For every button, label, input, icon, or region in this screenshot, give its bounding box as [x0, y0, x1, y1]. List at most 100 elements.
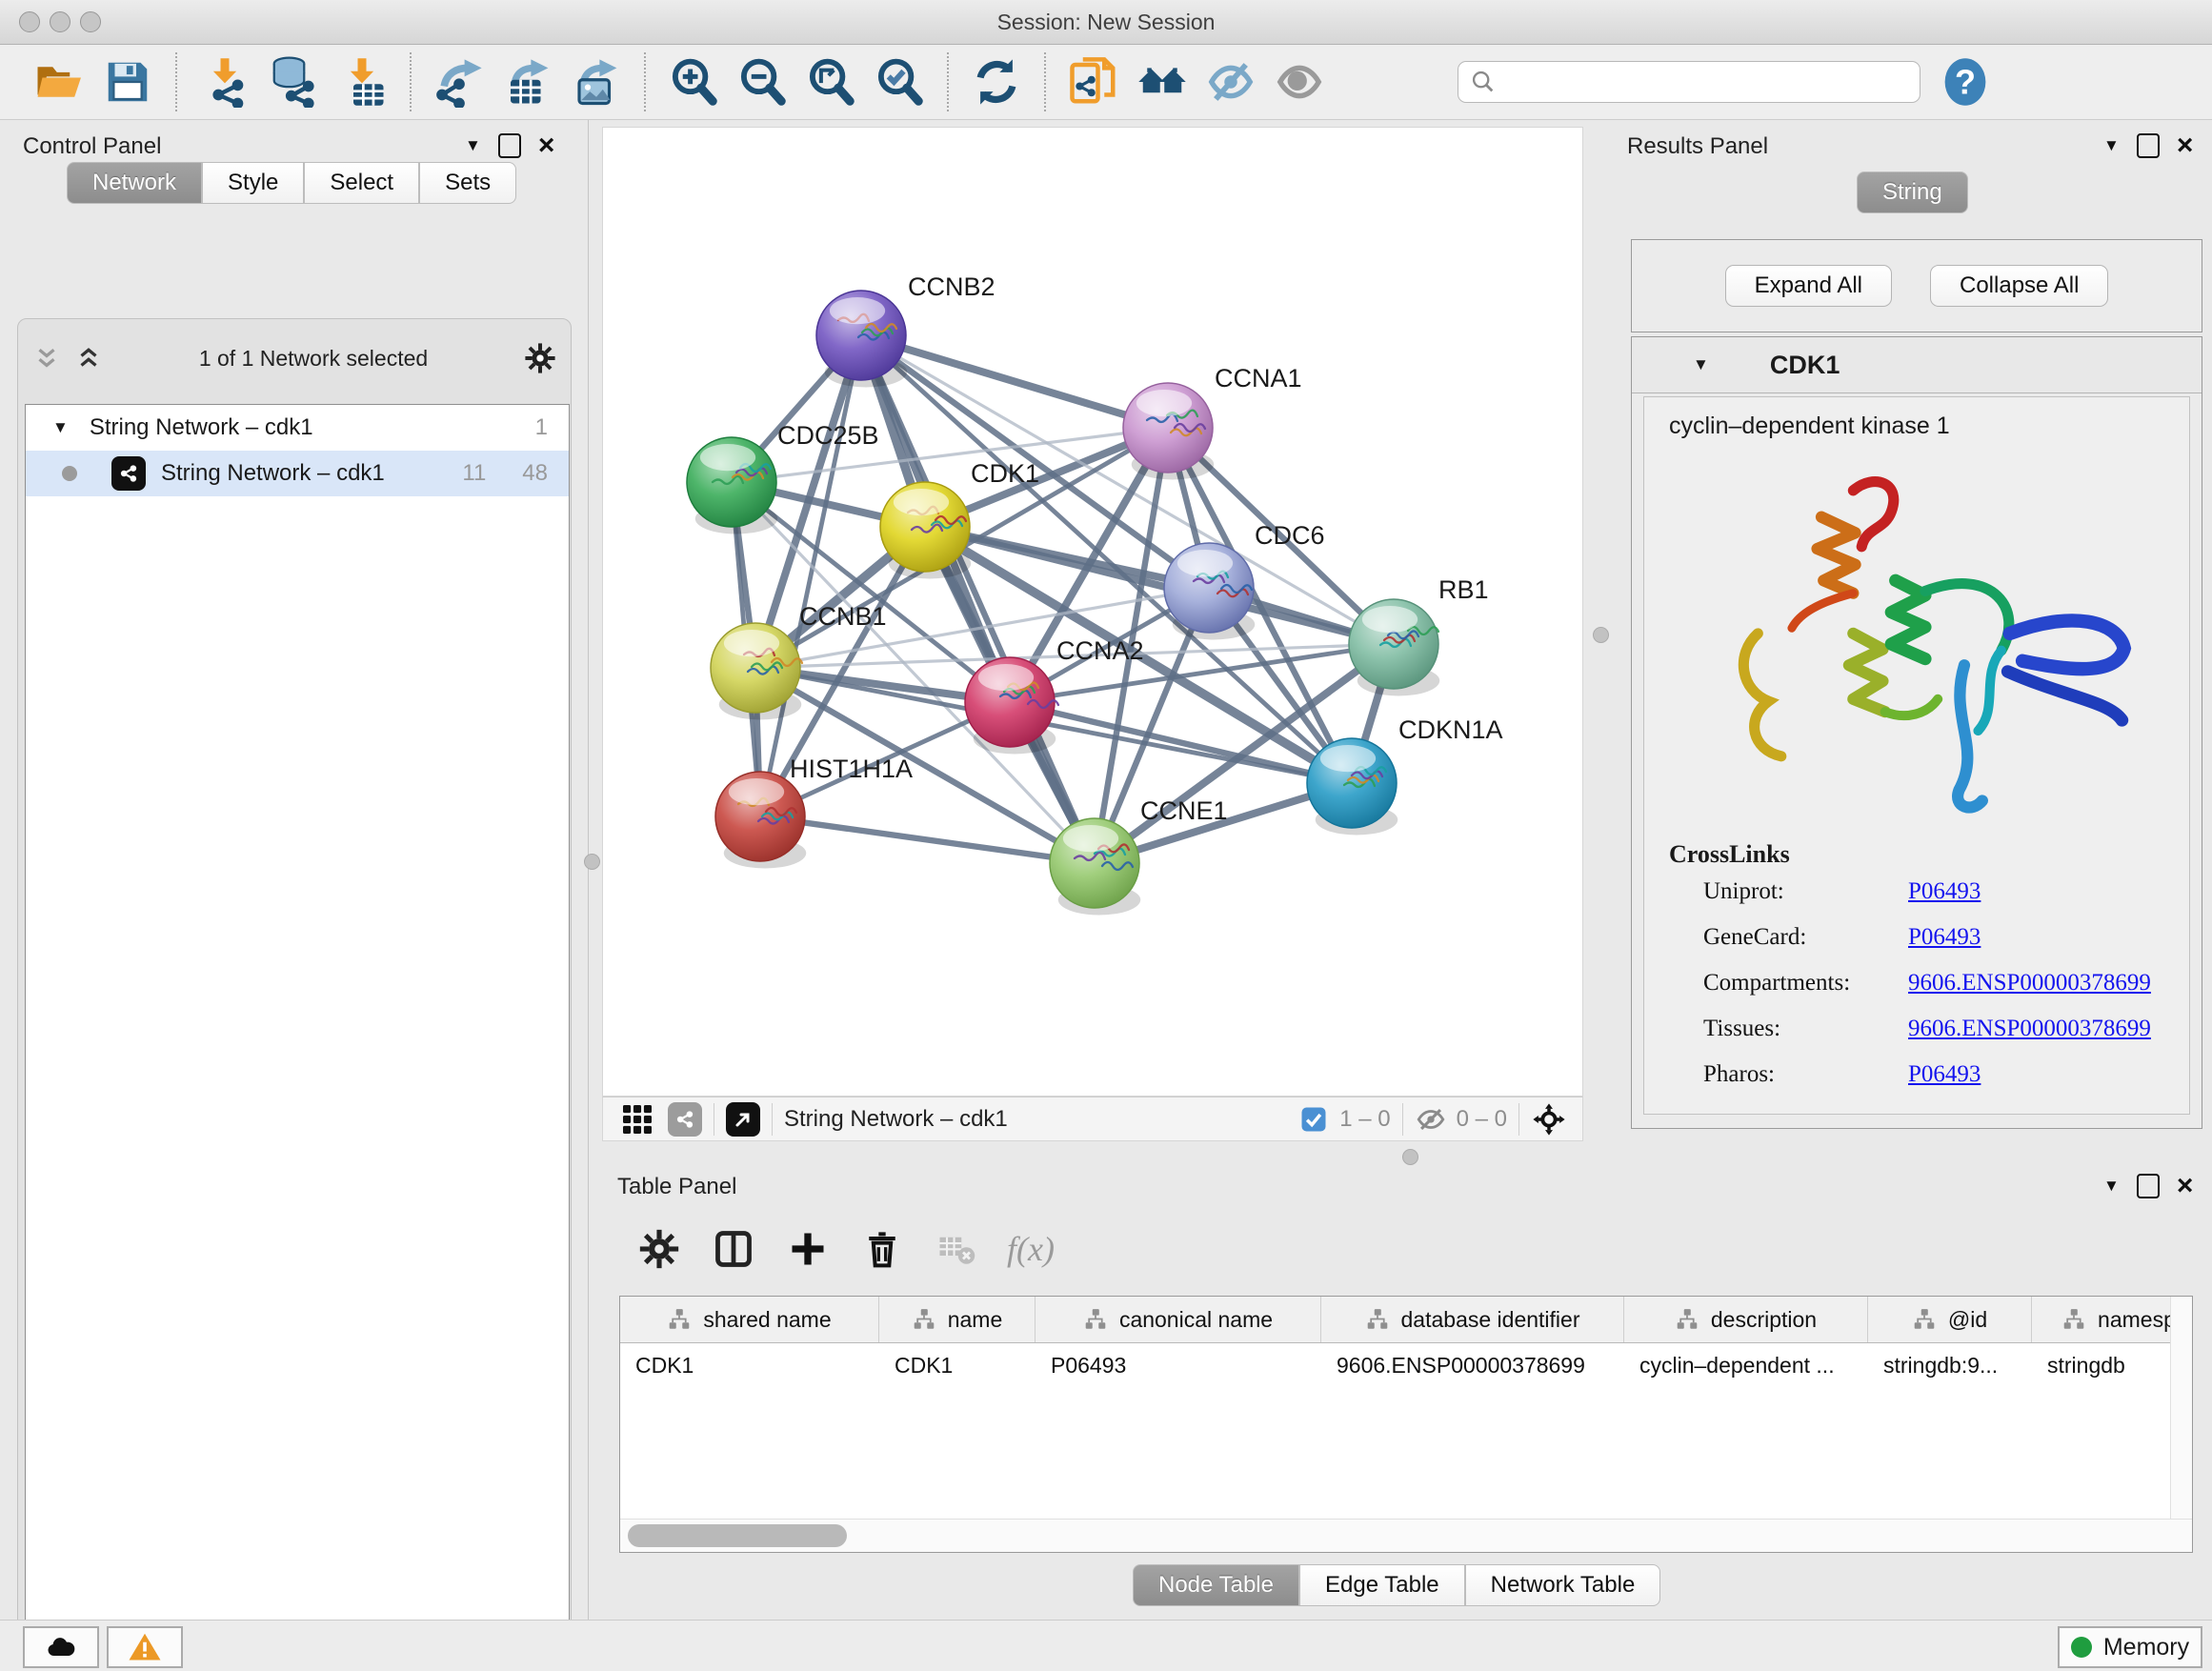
- network-collection-label: String Network – cdk1: [90, 414, 313, 441]
- fit-content-crosshair-icon[interactable]: [1531, 1101, 1567, 1137]
- tab-select[interactable]: Select: [304, 162, 419, 204]
- search-box[interactable]: [1458, 61, 1920, 103]
- network-canvas[interactable]: CCNB2CCNA1CDC25BCDK1CDC6RB1CCNB1CCNA2CDK…: [603, 128, 1582, 1096]
- network-node-CDC25B[interactable]: CDC25B: [687, 421, 879, 534]
- column-header-name[interactable]: name: [879, 1297, 1036, 1342]
- export-image-icon[interactable]: [569, 54, 624, 110]
- network-node-HIST1H1A[interactable]: HIST1H1A: [715, 755, 913, 869]
- delete-column-icon[interactable]: [857, 1224, 907, 1274]
- zoom-out-icon[interactable]: [734, 54, 790, 110]
- crosslink-link[interactable]: P06493: [1908, 924, 1981, 951]
- search-input[interactable]: [1497, 69, 1900, 95]
- table-horizontal-scrollbar[interactable]: [620, 1519, 2192, 1552]
- control-panel-title: Control Panel: [23, 133, 161, 160]
- memory-button[interactable]: Memory: [2058, 1626, 2202, 1668]
- show-columns-icon[interactable]: [709, 1224, 758, 1274]
- network-node-CCNE1[interactable]: CCNE1: [1050, 796, 1228, 916]
- table-tabs: Node TableEdge TableNetwork Table: [1133, 1564, 1660, 1606]
- expand-all-icon[interactable]: [74, 344, 103, 372]
- hidden-eye-icon[interactable]: [1415, 1103, 1447, 1136]
- zoom-in-icon[interactable]: [666, 54, 721, 110]
- results-tab-string[interactable]: String: [1857, 171, 1968, 213]
- network-edge-HIST1H1A-CCNE1[interactable]: [760, 816, 1095, 863]
- cloud-button[interactable]: [23, 1626, 99, 1668]
- panel-float-icon[interactable]: [2137, 1174, 2160, 1198]
- show-panels-icon[interactable]: [1272, 54, 1327, 110]
- column-header--id[interactable]: @id: [1868, 1297, 2032, 1342]
- export-table-icon[interactable]: [500, 54, 555, 110]
- panel-float-icon[interactable]: [498, 133, 521, 158]
- warning-button[interactable]: [107, 1626, 183, 1668]
- tab-edge-table[interactable]: Edge Table: [1299, 1564, 1465, 1606]
- panel-close-icon[interactable]: ×: [2177, 136, 2194, 155]
- gene-header-row[interactable]: ▼ CDK1: [1632, 337, 2202, 393]
- tab-node-table[interactable]: Node Table: [1133, 1564, 1299, 1606]
- splitter-handle[interactable]: [584, 854, 600, 870]
- column-header-database-identifier[interactable]: database identifier: [1321, 1297, 1624, 1342]
- refresh-icon[interactable]: [969, 54, 1024, 110]
- selected-checkbox-icon[interactable]: [1299, 1105, 1328, 1134]
- column-header-shared-name[interactable]: shared name: [620, 1297, 879, 1342]
- network-options-gear-icon[interactable]: [524, 342, 556, 374]
- expand-all-button[interactable]: Expand All: [1725, 265, 1892, 307]
- table-options-gear-icon[interactable]: [634, 1224, 684, 1274]
- panel-menu-icon[interactable]: ▼: [2103, 1177, 2120, 1196]
- help-icon[interactable]: ?: [1938, 54, 1993, 110]
- column-header-canonical-name[interactable]: canonical name: [1036, 1297, 1321, 1342]
- crosslink-row: Pharos:P06493: [1703, 1061, 2189, 1088]
- tab-network[interactable]: Network: [67, 162, 202, 204]
- tab-network-table[interactable]: Network Table: [1465, 1564, 1661, 1606]
- toolbar-separator: [947, 52, 949, 111]
- collapse-all-button[interactable]: Collapse All: [1930, 265, 2108, 307]
- tab-sets[interactable]: Sets: [419, 162, 516, 204]
- save-session-icon[interactable]: [100, 54, 155, 110]
- grid-view-icon[interactable]: [620, 1102, 654, 1137]
- crosslink-link[interactable]: P06493: [1908, 878, 1981, 905]
- splitter-handle[interactable]: [1402, 1149, 1418, 1165]
- toolbar-separator: [644, 52, 646, 111]
- network-edge-CCNB2-CCNA1[interactable]: [861, 335, 1168, 428]
- add-column-icon[interactable]: [783, 1224, 833, 1274]
- zoom-selected-icon[interactable]: [872, 54, 927, 110]
- node-label-CCNA1: CCNA1: [1215, 364, 1302, 393]
- panel-menu-icon[interactable]: ▼: [2103, 136, 2120, 155]
- tab-style[interactable]: Style: [202, 162, 304, 204]
- collapse-all-icon[interactable]: [32, 344, 61, 372]
- scrollbar-thumb[interactable]: [628, 1524, 847, 1547]
- crosslink-link[interactable]: 9606.ENSP00000378699: [1908, 970, 2151, 997]
- crosslink-label: Tissues:: [1703, 1016, 1908, 1042]
- crosslink-link[interactable]: 9606.ENSP00000378699: [1908, 1016, 2151, 1042]
- table-row[interactable]: CDK1CDK1P064939606.ENSP00000378699cyclin…: [620, 1343, 2192, 1387]
- network-row[interactable]: String Network – cdk1 11 48: [26, 451, 569, 496]
- network-node-CDKN1A[interactable]: CDKN1A: [1307, 715, 1503, 836]
- hidden-counts: 0 – 0: [1457, 1106, 1507, 1133]
- panel-menu-icon[interactable]: ▼: [465, 136, 481, 155]
- network-node-CCNA1[interactable]: CCNA1: [1123, 364, 1302, 480]
- zoom-fit-icon[interactable]: [803, 54, 858, 110]
- open-in-browser-icon[interactable]: [726, 1102, 760, 1137]
- import-network-from-database-icon[interactable]: [266, 54, 321, 110]
- table-vertical-scrollbar[interactable]: [2170, 1297, 2192, 1552]
- collapse-triangle-icon[interactable]: ▼: [52, 418, 69, 437]
- network-edge-CCNB2-HIST1H1A[interactable]: [760, 335, 861, 816]
- network-node-RB1[interactable]: RB1: [1349, 575, 1489, 696]
- network-node-CCNB1[interactable]: CCNB1: [711, 602, 887, 720]
- network-share-icon[interactable]: [668, 1102, 702, 1137]
- import-network-icon[interactable]: [197, 54, 252, 110]
- column-header-description[interactable]: description: [1624, 1297, 1868, 1342]
- network-edge-CCNB2-CCNE1[interactable]: [861, 335, 1095, 863]
- hide-panels-icon[interactable]: [1203, 54, 1258, 110]
- open-session-icon[interactable]: [31, 54, 87, 110]
- panel-close-icon[interactable]: ×: [538, 136, 555, 155]
- column-header-namespace[interactable]: namespace: [2032, 1297, 2193, 1342]
- panel-float-icon[interactable]: [2137, 133, 2160, 158]
- collapse-triangle-icon[interactable]: ▼: [1693, 355, 1709, 374]
- crosslink-label: GeneCard:: [1703, 924, 1908, 951]
- export-network-icon[interactable]: [432, 54, 487, 110]
- panel-close-icon[interactable]: ×: [2177, 1177, 2194, 1196]
- network-collection-row[interactable]: ▼ String Network – cdk1 1: [26, 405, 569, 451]
- clone-network-view-icon[interactable]: [1066, 54, 1121, 110]
- home-icon[interactable]: [1135, 54, 1190, 110]
- crosslink-link[interactable]: P06493: [1908, 1061, 1981, 1088]
- import-table-icon[interactable]: [334, 54, 390, 110]
